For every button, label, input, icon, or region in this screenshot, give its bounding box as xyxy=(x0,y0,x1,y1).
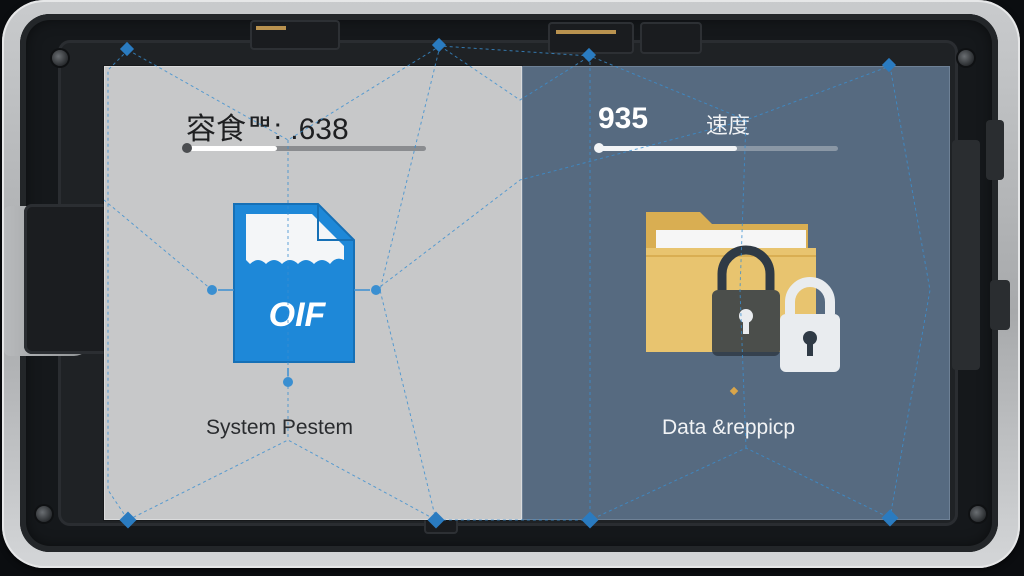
right-progress-knob xyxy=(594,143,604,153)
screw-icon xyxy=(958,50,974,66)
left-panel-caption: System Pestem xyxy=(206,416,354,439)
top-clip xyxy=(548,22,634,54)
file-icon-label: OIF xyxy=(268,296,326,334)
right-panel-caption: Data &reppicp xyxy=(662,416,796,439)
left-progress-fill xyxy=(186,146,278,151)
left-metric-value: 容食ᄜ: .638 xyxy=(186,113,349,146)
gold-contact xyxy=(556,30,616,34)
left-progress-track xyxy=(182,143,426,153)
side-clip xyxy=(986,120,1004,180)
screw-icon xyxy=(52,50,68,66)
screw-icon xyxy=(36,506,52,522)
right-metric-label: 速度 xyxy=(706,113,751,138)
file-icon xyxy=(233,203,355,363)
folder-lock-icon xyxy=(646,212,840,372)
side-clip xyxy=(952,140,980,370)
screw-icon xyxy=(970,506,986,522)
gold-contact xyxy=(256,26,286,30)
side-clip xyxy=(990,280,1010,330)
right-metric-value: 935 xyxy=(598,102,649,135)
right-progress-track xyxy=(594,143,838,153)
left-progress-knob xyxy=(182,143,192,153)
top-clip xyxy=(250,20,340,50)
top-clip xyxy=(640,22,702,54)
right-progress-fill xyxy=(598,146,738,151)
